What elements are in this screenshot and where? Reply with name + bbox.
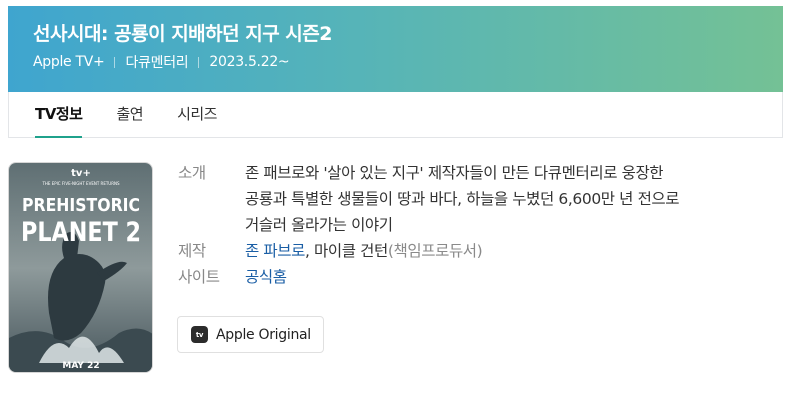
intro-label: 소개 bbox=[178, 164, 206, 182]
meta-date: 2023.5.22~ bbox=[209, 54, 290, 70]
tab-bar: TV정보 출연 시리즈 bbox=[8, 92, 783, 138]
header-banner: 선사시대: 공룡이 지배하던 지구 시즌2 Apple TV+ 다큐멘터리 20… bbox=[8, 6, 783, 92]
production-row: 제작 존 파브로, 마이클 건턴(책임프로듀서) bbox=[178, 238, 783, 264]
intro-line: 거슬러 올라가는 이야기 bbox=[245, 216, 393, 234]
program-title: 선사시대: 공룡이 지배하던 지구 시즌2 bbox=[33, 23, 332, 45]
intro-row: 소개 존 패브로와 '살아 있는 지구' 제작자들이 만든 다큐멘터리로 웅장한… bbox=[178, 160, 783, 238]
intro-text: 존 패브로와 '살아 있는 지구' 제작자들이 만든 다큐멘터리로 웅장한 공룡… bbox=[245, 160, 783, 238]
site-label: 사이트 bbox=[178, 268, 220, 286]
program-meta: Apple TV+ 다큐멘터리 2023.5.22~ bbox=[33, 52, 783, 72]
poster-artwork: tv+ THE EPIC FIVE-NIGHT EVENT RETURNS PR… bbox=[9, 163, 152, 372]
poster-title-line1: PREHISTORIC bbox=[22, 195, 140, 216]
official-site-link[interactable]: 공식홈 bbox=[245, 268, 287, 286]
intro-line: 공룡과 특별한 생물들이 땅과 바다, 하늘을 누볐던 6,600만 년 전으로 bbox=[245, 190, 680, 208]
meta-genre: 다큐멘터리 bbox=[125, 55, 189, 71]
tab-series[interactable]: 시리즈 bbox=[177, 92, 217, 137]
poster-tagline: THE EPIC FIVE-NIGHT EVENT RETURNS bbox=[41, 181, 120, 186]
program-info: 소개 존 패브로와 '살아 있는 지구' 제작자들이 만든 다큐멘터리로 웅장한… bbox=[178, 160, 783, 290]
poster-title-line2: PLANET 2 bbox=[21, 217, 141, 248]
site-row: 사이트 공식홈 bbox=[178, 264, 783, 290]
producer-link[interactable]: 존 파브로 bbox=[245, 242, 305, 260]
producer-separator: , bbox=[304, 242, 310, 260]
apple-original-badge[interactable]: tv Apple Original bbox=[177, 316, 324, 353]
meta-divider bbox=[198, 56, 200, 68]
poster-date: MAY 22 bbox=[62, 361, 99, 371]
badge-label: Apple Original bbox=[216, 326, 311, 343]
poster-brand: tv+ bbox=[71, 168, 91, 179]
production-label: 제작 bbox=[178, 242, 206, 260]
producer-name: 마이클 건턴 bbox=[314, 242, 388, 260]
poster-image[interactable]: tv+ THE EPIC FIVE-NIGHT EVENT RETURNS PR… bbox=[8, 162, 153, 373]
tab-cast[interactable]: 출연 bbox=[116, 92, 143, 137]
producer-role: (책임프로듀서) bbox=[387, 242, 483, 260]
tab-tv-info[interactable]: TV정보 bbox=[35, 92, 83, 138]
meta-channel: Apple TV+ bbox=[33, 54, 105, 70]
intro-line: 존 패브로와 '살아 있는 지구' 제작자들이 만든 다큐멘터리로 웅장한 bbox=[245, 164, 664, 182]
production-value: 존 파브로, 마이클 건턴(책임프로듀서) bbox=[245, 238, 783, 264]
apple-tv-icon: tv bbox=[191, 326, 208, 343]
meta-divider bbox=[114, 56, 116, 68]
